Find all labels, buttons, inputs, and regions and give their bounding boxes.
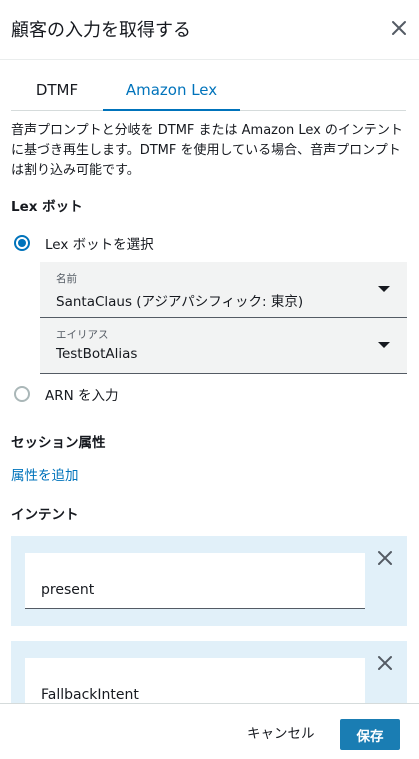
intents-section-title: インテント xyxy=(11,507,79,523)
intent-value: FallbackIntent xyxy=(41,687,139,703)
chevron-down-icon xyxy=(378,342,390,348)
bot-alias-select[interactable]: エイリアス TestBotAlias xyxy=(40,318,407,374)
radio-enter-arn-label: ARN を入力 xyxy=(45,388,119,404)
save-button[interactable]: 保存 xyxy=(340,719,400,750)
panel-header: 顧客の入力を取得する xyxy=(0,0,419,60)
tab-dtmf[interactable]: DTMF xyxy=(11,70,103,111)
bot-alias-value: TestBotAlias xyxy=(56,346,138,362)
bot-name-caption: 名前 xyxy=(56,273,77,285)
bot-alias-caption: エイリアス xyxy=(56,329,109,341)
intent-card: present xyxy=(11,536,407,626)
radio-select-lex-bot[interactable]: Lex ボットを選択 xyxy=(14,233,154,253)
close-icon[interactable] xyxy=(390,19,408,37)
radio-button-unchecked[interactable] xyxy=(14,386,30,402)
chevron-down-icon xyxy=(378,286,390,292)
tab-bar: DTMF Amazon Lex xyxy=(11,70,406,111)
remove-intent-icon[interactable] xyxy=(377,655,393,671)
panel-footer: キャンセル 保存 xyxy=(0,703,419,759)
intent-card: FallbackIntent xyxy=(11,641,407,703)
description-text: 音声プロンプトと分岐を DTMF または Amazon Lex のインテントに基… xyxy=(11,123,403,178)
intent-value: present xyxy=(41,582,95,598)
get-customer-input-panel: 顧客の入力を取得する DTMF Amazon Lex 音声プロンプトと分岐を D… xyxy=(0,0,419,759)
session-attributes-title: セッション属性 xyxy=(11,435,106,451)
radio-enter-arn[interactable]: ARN を入力 xyxy=(14,384,119,404)
remove-intent-icon[interactable] xyxy=(377,550,393,566)
lex-bot-section-title: Lex ボット xyxy=(11,199,83,215)
intent-input[interactable]: present xyxy=(25,553,365,609)
tab-amazon-lex[interactable]: Amazon Lex xyxy=(103,70,240,111)
radio-select-lex-bot-label: Lex ボットを選択 xyxy=(45,237,154,253)
cancel-button[interactable]: キャンセル xyxy=(247,722,315,742)
radio-button-checked[interactable] xyxy=(14,235,30,251)
bot-name-value: SantaClaus (アジアパシフィック: 東京) xyxy=(56,294,304,310)
add-attribute-link[interactable]: 属性を追加 xyxy=(11,464,79,484)
intent-input[interactable]: FallbackIntent xyxy=(25,658,365,703)
panel-title: 顧客の入力を取得する xyxy=(11,20,191,41)
bot-name-select[interactable]: 名前 SantaClaus (アジアパシフィック: 東京) xyxy=(40,262,407,318)
